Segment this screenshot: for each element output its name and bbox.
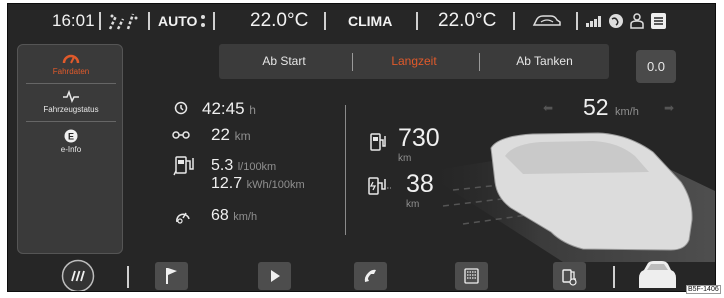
play-button[interactable] [258,262,291,290]
separator [513,12,515,30]
tab-langzeit[interactable]: Langzeit [353,44,475,79]
status-bar: 16:01 AUTO 22.0°C CLIMA 22.0°C [8,4,715,38]
tab-ab-start[interactable]: Ab Start [219,44,349,79]
fuel-icon [562,269,577,286]
separator [99,12,101,30]
figure-id-tag: B5F-1406 [686,285,721,294]
sidebar-item-label: Fahrdaten [52,67,90,76]
temperature-left[interactable]: 22.0°C [250,10,308,32]
flag-icon [166,268,177,284]
car-illustration [423,132,715,262]
menu-icon[interactable] [61,259,95,292]
trip-time: 42:45 h [202,99,256,119]
infotainment-screen: 16:01 AUTO 22.0°C CLIMA 22.0°C Fahrdaten… [7,3,716,292]
sidebar-item-label: e-Info [60,145,82,154]
climate-mode[interactable]: AUTO [158,13,197,29]
phone-button[interactable] [354,262,387,290]
column-divider [345,105,346,235]
reset-button[interactable]: 0.0 [636,50,676,83]
trip-distance-unit: km [234,129,251,143]
fuel-consumption-unit: l/100km [237,161,277,173]
electric-consumption: 12.7 kWh/100km [211,175,305,193]
phone-icon [364,269,376,282]
play-icon [271,270,280,282]
clock: 16:01 [52,11,95,30]
user-profile-icon[interactable] [629,13,645,29]
fan-level-icon[interactable] [200,13,206,29]
divider [26,83,116,84]
flag-button[interactable] [155,262,188,290]
sidebar-item-fahrzeugstatus[interactable]: Fahrzeugstatus [18,89,124,114]
fuel-consumption: 5.3 l/100km [211,157,276,175]
fuel-consumption-value: 5.3 [211,157,234,174]
average-speed-value: 68 [211,207,229,224]
temperature-right[interactable]: 22.0°C [438,10,496,32]
globe-icon [609,14,623,28]
clock-icon [174,101,188,115]
sidebar-item-label: Fahrzeugstatus [43,105,99,114]
separator [127,266,129,288]
fuel-settings-button[interactable] [553,262,586,290]
keyboard-button[interactable] [455,262,488,290]
fuel-electric-consumption-icon [173,156,194,176]
tab-ab-tanken[interactable]: Ab Tanken [480,44,609,79]
separator [213,12,215,30]
average-speed-icon [176,212,190,224]
clima-button[interactable]: CLIMA [348,13,392,29]
sidebar: Fahrdaten Fahrzeugstatus E e-Info [17,44,123,254]
electric-charging-icon [368,177,391,195]
fuel-pump-icon [370,133,386,151]
separator [324,12,326,30]
average-speed: 68 km/h [211,207,257,225]
pulse-icon [63,89,79,103]
distance-icon [172,131,190,139]
separator [613,266,615,288]
keyboard-icon [464,268,479,284]
trip-distance: 22 km [211,125,251,145]
car-icon[interactable] [636,260,678,292]
sidebar-item-fahrdaten[interactable]: Fahrdaten [18,51,124,76]
trip-tabs: Ab Start Langzeit Ab Tanken [219,44,609,79]
fuel-range-unit: km [398,153,412,164]
sidebar-item-e-info[interactable]: E e-Info [18,129,124,154]
signal-strength-icon [586,16,601,27]
trip-time-unit: h [249,103,256,117]
notes-icon[interactable] [651,13,666,29]
speedometer-icon [62,54,80,64]
e-icon: E [64,129,78,143]
bottom-bar [8,256,715,292]
separator [148,12,150,30]
trip-distance-value: 22 [211,125,230,144]
car-air-recirculation-icon[interactable] [532,14,562,28]
divider [26,121,116,122]
svg-text:E: E [68,132,74,142]
trip-time-value: 42:45 [202,99,245,118]
electric-consumption-value: 12.7 [211,175,243,192]
electric-consumption-unit: kWh/100km [246,179,305,191]
average-speed-unit: km/h [233,211,258,223]
seat-heating-left-icon[interactable] [106,12,140,30]
separator [416,12,418,30]
separator [576,12,578,30]
